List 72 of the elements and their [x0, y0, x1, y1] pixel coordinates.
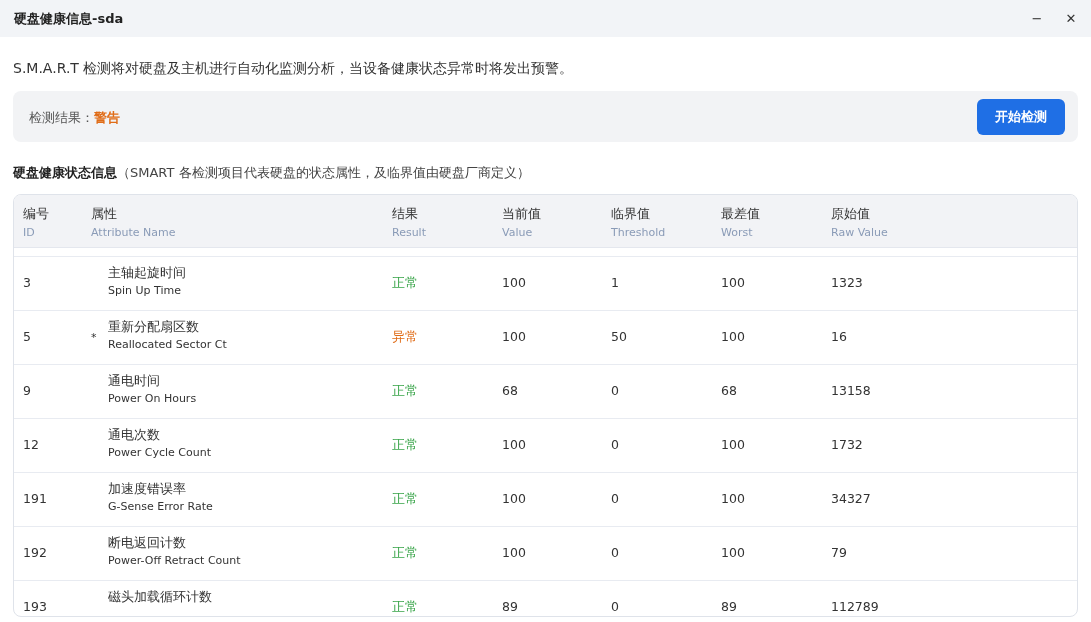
start-check-button[interactable]: 开始检测: [977, 98, 1065, 135]
table-cell: 192: [23, 546, 47, 560]
table-cell: 193: [23, 600, 47, 614]
attribute-name-english: Power On Hours: [108, 392, 197, 406]
table-cell: 1732: [831, 438, 863, 452]
table-cell: 68: [502, 384, 518, 398]
minimize-button[interactable]: −: [1025, 6, 1049, 31]
attribute-name: 断电返回计数: [108, 535, 187, 551]
column-header: 编号 ID: [22, 205, 50, 241]
attribute-name-english: Power-Off Retract Count: [108, 554, 241, 568]
table-cell: 34327: [831, 492, 871, 506]
table-cell: 1323: [831, 276, 863, 290]
table-cell: 0: [611, 546, 619, 560]
table-cell: 68: [721, 384, 737, 398]
close-button[interactable]: ✕: [1059, 6, 1083, 31]
table-cell: 13158: [831, 384, 871, 398]
table-cell: 0: [611, 438, 619, 452]
result-cell: 正常: [392, 384, 418, 398]
flag-mark: *: [91, 331, 97, 344]
table-cell: 100: [721, 492, 745, 506]
result-cell: 正常: [392, 600, 418, 614]
table-cell: 79: [831, 546, 847, 560]
attribute-name: 磁头加载循环计数: [108, 589, 212, 605]
result-cell: 正常: [392, 276, 418, 290]
column-header: 临界值 Threshold: [610, 205, 667, 241]
result-cell: 正常: [392, 438, 418, 452]
table-cell: 100: [721, 330, 745, 344]
table-cell: 1: [611, 276, 619, 290]
result-cell: 正常: [392, 492, 418, 506]
table-cell: 5: [23, 330, 31, 344]
attribute-name: 主轴起旋时间: [108, 265, 186, 281]
table-cell: 100: [502, 330, 526, 344]
result-status: 警告: [94, 109, 120, 125]
table-cell: 100: [502, 276, 526, 290]
result-cell: 异常: [392, 330, 418, 344]
table-cell: 0: [611, 492, 619, 506]
attribute-name-english: Power Cycle Count: [108, 446, 211, 460]
table-cell: 12: [23, 438, 39, 452]
description-text: S.M.A.R.T 检测将对硬盘及主机进行自动化监测分析，当设备健康状态异常时将发出预警。: [13, 59, 575, 78]
column-header: 属性 Attribute Name: [90, 205, 177, 241]
column-header: 结果 Result: [391, 205, 427, 241]
result-cell: 正常: [392, 546, 418, 560]
table-cell: 100: [502, 546, 526, 560]
table-cell: 191: [23, 492, 47, 506]
attribute-name-english: Spin Up Time: [108, 284, 182, 298]
table-cell: 0: [611, 600, 619, 614]
section-title: 硬盘健康状态信息: [13, 165, 117, 180]
table-cell: 100: [502, 492, 526, 506]
table-cell: 16: [831, 330, 847, 344]
table-cell: 89: [502, 600, 518, 614]
result-label: 检测结果：: [29, 109, 94, 125]
table-cell: 50: [611, 330, 627, 344]
table-cell: 100: [502, 438, 526, 452]
table-cell: 0: [611, 384, 619, 398]
window-title: 硬盘健康信息-sda: [14, 9, 124, 28]
section-note: （SMART 各检测项目代表硬盘的状态属性，及临界值由硬盘厂商定义）: [117, 165, 530, 180]
column-header: 原始值 Raw Value: [830, 205, 889, 241]
table-cell: 3: [23, 276, 31, 290]
table-cell: 100: [721, 546, 745, 560]
column-header: 最差值 Worst: [720, 205, 761, 241]
attribute-name-english: G-Sense Error Rate: [108, 500, 213, 514]
attribute-name: 通电次数: [108, 427, 161, 443]
table-cell: 9: [23, 384, 31, 398]
attribute-name-english: Reallocated Sector Ct: [108, 338, 227, 352]
table-cell: 100: [721, 438, 745, 452]
table-cell: 100: [721, 276, 745, 290]
column-header: 当前值 Value: [501, 205, 542, 241]
attribute-name: 加速度错误率: [108, 481, 187, 497]
table-cell: 89: [721, 600, 737, 614]
attribute-name: 重新分配扇区数: [108, 319, 200, 335]
table-cell: 112789: [831, 600, 879, 614]
attribute-name: 通电时间: [108, 373, 161, 389]
